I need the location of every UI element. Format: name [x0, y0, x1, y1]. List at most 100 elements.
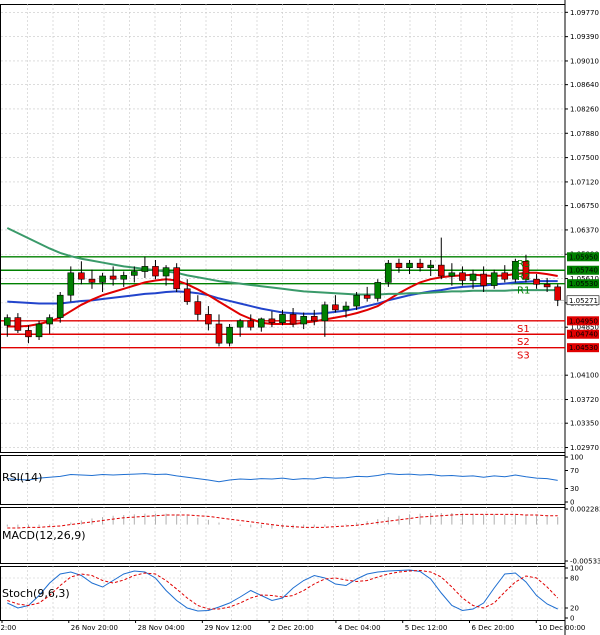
candle-body	[448, 272, 456, 277]
rsi-tick-label: 30	[570, 485, 579, 493]
candle-body	[14, 317, 22, 331]
time-tick-label: 29 Nov 12:00	[204, 624, 251, 632]
candle-body	[215, 323, 223, 344]
candle-body	[533, 278, 540, 285]
candle-body	[279, 314, 286, 324]
candle-body	[268, 318, 276, 324]
time-tick-label: 2 Dec 20:00	[271, 624, 314, 632]
candle-body	[109, 275, 117, 280]
time-tick-label: 12:00	[0, 624, 16, 632]
price-tick-label: 1.02970	[570, 444, 599, 452]
candle-body	[427, 264, 434, 268]
time-tick-label: 28 Nov 04:00	[138, 624, 185, 632]
candle-body	[554, 286, 562, 301]
macd-tick-label: 0.002283	[570, 506, 600, 514]
price-tag-value: 1.05950	[569, 253, 598, 261]
candle-body	[385, 262, 392, 283]
candle-body	[332, 304, 339, 311]
candle-body	[406, 262, 413, 268]
price-tick-label: 1.04100	[570, 372, 599, 380]
candle-body	[131, 271, 138, 276]
candle-body	[25, 330, 32, 338]
rsi-tick-label: 100	[570, 454, 583, 462]
candle-body	[46, 317, 53, 325]
time-axis: 12:00 26 Nov 20:00 28 Nov 04:00 29 Nov 12:0…	[0, 620, 585, 632]
stoch-tick-label: 20	[570, 605, 579, 613]
macd-label: MACD(12,26,9)	[2, 529, 86, 542]
candle-body	[236, 320, 244, 328]
candle-body	[67, 272, 75, 296]
candle-body	[353, 294, 360, 307]
price-tag-value: 1.04950	[569, 317, 598, 325]
pivot-name: R2	[517, 272, 530, 283]
stoch-tick-label: 0	[570, 615, 574, 623]
rsi-label: RSI(14)	[2, 471, 42, 484]
candle-body	[205, 314, 212, 325]
candle-body	[247, 320, 255, 328]
stoch-label: Stoch(9,6,3)	[2, 587, 70, 600]
price-tag-value: 1.04740	[569, 331, 598, 339]
price-tick-label: 1.07500	[570, 154, 599, 162]
time-tick-label: 6 Dec 20:00	[472, 624, 515, 632]
candle-body	[310, 316, 318, 322]
price-tick-label: 1.03720	[570, 396, 599, 404]
time-tick-label: 4 Dec 04:00	[338, 624, 381, 632]
candle-body	[363, 294, 371, 299]
candle-body	[459, 272, 466, 281]
candle-body	[395, 262, 403, 268]
candle-body	[469, 273, 477, 281]
pivot-level-labels: R3 R2 R1 S1 S2 S3	[517, 259, 530, 362]
rsi-tick-label: 70	[570, 467, 579, 475]
stoch-tick-label: 100	[570, 565, 583, 573]
candle-body	[183, 288, 191, 302]
candle-body	[374, 282, 382, 299]
price-tick-label: 1.08640	[570, 81, 599, 89]
candle-body	[88, 278, 96, 283]
candle-body	[78, 272, 85, 280]
price-tag-value: 1.05530	[569, 280, 598, 288]
candle-body	[3, 317, 11, 326]
stoch-tick-label: 80	[570, 575, 579, 583]
pivot-name: S1	[517, 324, 530, 335]
price-tick-label: 1.03350	[570, 420, 599, 428]
time-tick-label: 10 Dec 00:00	[538, 624, 585, 632]
candle-body	[416, 262, 424, 268]
time-tick-label: 26 Nov 20:00	[71, 624, 118, 632]
candle-body	[99, 275, 106, 283]
price-tag-value: 1.05740	[569, 267, 598, 275]
price-tag-value: 1.04530	[569, 344, 598, 352]
pivot-name: R3	[517, 259, 530, 270]
candle-body	[35, 323, 43, 338]
candle-body	[56, 294, 64, 318]
pivot-name: S3	[517, 351, 530, 362]
pivot-name: S2	[517, 337, 530, 348]
candle-body	[162, 267, 170, 277]
price-tick-label: 1.07120	[570, 178, 599, 186]
price-tick-label: 1.09010	[570, 57, 599, 65]
current-price-value: 1.05271	[569, 297, 598, 305]
pivot-name: R1	[517, 286, 530, 297]
indicator-panes: 10070300RSI(14)0.002283-0.005335MACD(12,…	[1, 454, 600, 623]
candle-body	[490, 272, 498, 286]
time-tick-label: 5 Dec 12:00	[405, 624, 448, 632]
price-tick-label: 1.09770	[570, 9, 599, 17]
forex-chart[interactable]: R3 R2 R1 S1 S2 S3 1.09770 1.09390 1.09010 1.0864…	[0, 0, 600, 635]
candle-body	[258, 318, 265, 328]
price-tick-label: 1.06750	[570, 202, 599, 210]
price-tick-label: 1.07880	[570, 130, 599, 138]
candle-body	[152, 266, 159, 277]
candle-body	[501, 272, 509, 280]
candle-body	[226, 326, 233, 344]
chart-window: R3 R2 R1 S1 S2 S3 1.09770 1.09390 1.09010 1.0864…	[0, 0, 600, 635]
candle-body	[120, 275, 128, 280]
candle-body	[480, 273, 487, 286]
price-tick-label: 1.08260	[570, 105, 599, 113]
candle-body	[543, 284, 551, 288]
price-tick-label: 1.06370	[570, 226, 599, 234]
candle-body	[289, 314, 297, 325]
candle-body	[300, 316, 307, 325]
candle-body	[173, 267, 180, 290]
price-tick-label: 1.09390	[570, 33, 599, 41]
candle-body	[141, 266, 149, 272]
candle-body	[321, 304, 329, 322]
